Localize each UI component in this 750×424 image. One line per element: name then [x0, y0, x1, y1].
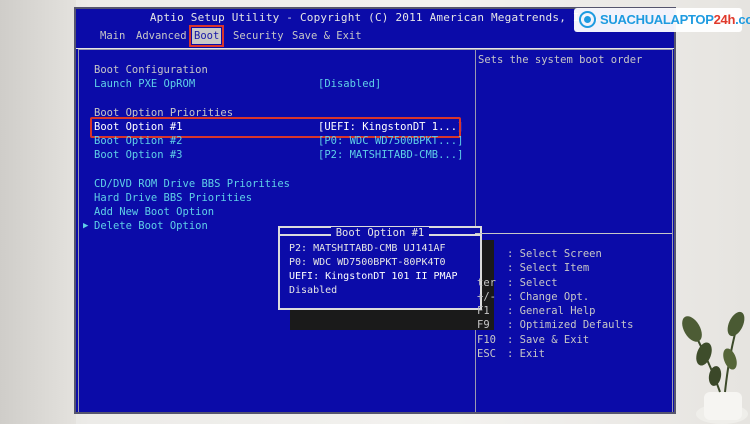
- key-name: F1: [477, 305, 490, 318]
- key-action: : Optimized Defaults: [507, 319, 634, 332]
- key-action: : Exit: [507, 348, 545, 361]
- pxe-option-label[interactable]: Launch PXE OpROM: [94, 78, 195, 91]
- delete-boot-option[interactable]: Delete Boot Option: [94, 220, 208, 233]
- key-action: : General Help: [507, 305, 596, 318]
- logo-brand-accent: 24h: [713, 12, 736, 27]
- hard-drive-bbs-priorities[interactable]: Hard Drive BBS Priorities: [94, 192, 252, 205]
- tab-security[interactable]: Security: [231, 28, 286, 44]
- popup-option[interactable]: P2: MATSHITABD-CMB UJ141AF: [289, 242, 446, 256]
- settings-panel: Boot Configuration Launch PXE OpROM [Dis…: [78, 49, 494, 412]
- boot-option-popup: Boot Option #1 P2: MATSHITABD-CMB UJ141A…: [278, 226, 482, 310]
- key-action: : Select Screen: [507, 248, 602, 260]
- key-row: : Select Screen: [477, 248, 633, 262]
- key-row: F1 : General Help: [477, 305, 633, 319]
- key-action: : Select: [507, 276, 558, 289]
- tab-save-exit[interactable]: Save & Exit: [290, 28, 364, 44]
- popup-option[interactable]: P0: WDC WD7500BPKT-80PK4T0: [289, 256, 446, 270]
- left-shadow: [0, 0, 76, 424]
- key-name: F9: [477, 319, 490, 332]
- tab-main[interactable]: Main: [98, 28, 127, 44]
- key-name: ESC: [477, 348, 496, 361]
- help-panel: Sets the system boot order : Select Scre…: [475, 49, 673, 412]
- popup-option[interactable]: Disabled: [289, 284, 337, 298]
- watermark-logo: SUACHUALAPTOP24h.com: [574, 8, 750, 32]
- key-action: : Change Opt.: [507, 290, 590, 303]
- cd-dvd-bbs-priorities[interactable]: CD/DVD ROM Drive BBS Priorities: [94, 178, 290, 191]
- key-row: F10 : Save & Exit: [477, 334, 633, 348]
- key-action: : Save & Exit: [507, 333, 590, 346]
- key-name: +/-: [477, 290, 496, 303]
- add-new-boot-option[interactable]: Add New Boot Option: [94, 206, 214, 219]
- plant-decoration: [682, 311, 748, 424]
- key-name: ter: [477, 276, 496, 289]
- boot-option-3-label[interactable]: Boot Option #3: [94, 149, 183, 162]
- tab-advanced[interactable]: Advanced: [134, 28, 189, 44]
- logo-brand-main: SUACHUALAPTOP: [600, 12, 714, 27]
- key-name: F10: [477, 333, 496, 346]
- key-row: ter : Select: [477, 277, 633, 291]
- help-description: Sets the system boot order: [478, 54, 643, 66]
- key-legend: : Select Screen : Select Item ter : Selec…: [477, 248, 633, 362]
- key-action: : Select Item: [507, 262, 590, 275]
- submenu-arrow-icon: ▶: [83, 221, 89, 231]
- key-row: : Select Item: [477, 262, 633, 276]
- boot-option-2-value[interactable]: [P0: WDC WD7500BPKT...]: [318, 135, 463, 148]
- logo-icon: [579, 11, 596, 28]
- pxe-option-value[interactable]: [Disabled]: [318, 78, 381, 91]
- logo-text: SUACHUALAPTOP24h.com: [600, 12, 750, 27]
- key-row: +/- : Change Opt.: [477, 291, 633, 305]
- boot-option-3-value[interactable]: [P2: MATSHITABD-CMB...]: [318, 149, 463, 162]
- boot-config-heading: Boot Configuration: [94, 64, 208, 76]
- tab-boot[interactable]: Boot: [188, 25, 225, 47]
- boot-option-2-label[interactable]: Boot Option #2: [94, 135, 183, 148]
- key-row: F9 : Optimized Defaults: [477, 319, 633, 333]
- logo-brand-tld: .com: [735, 12, 750, 27]
- bios-screen: Aptio Setup Utility - Copyright (C) 2011…: [76, 9, 674, 412]
- popup-title-text: Boot Option #1: [330, 227, 430, 239]
- help-divider: [475, 233, 672, 234]
- key-row: ESC : Exit: [477, 348, 633, 362]
- popup-option-selected[interactable]: UEFI: KingstonDT 101 II PMAP: [289, 270, 458, 284]
